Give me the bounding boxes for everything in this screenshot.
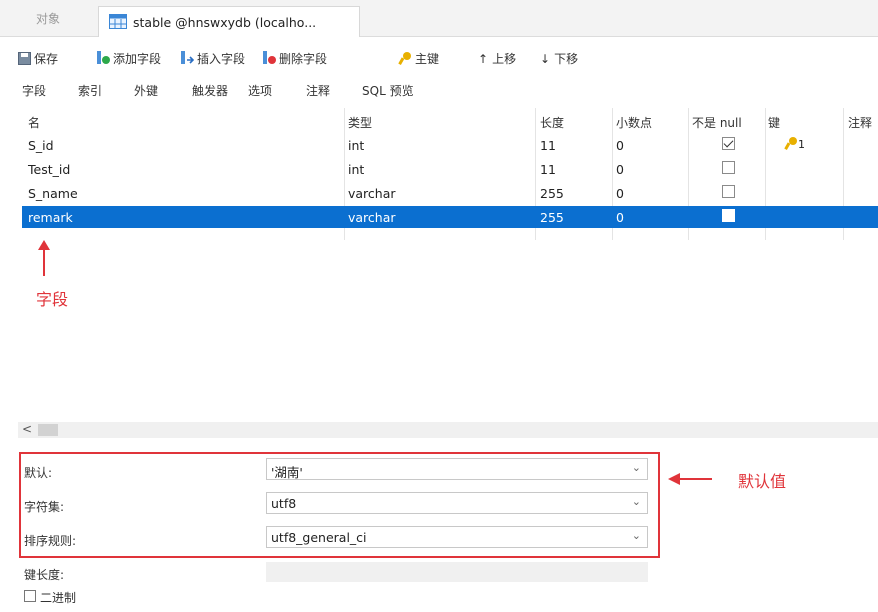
tab-table-design[interactable]: stable @hnswxydb (localho... <box>98 6 360 37</box>
primary-key-label: 主键 <box>415 52 440 66</box>
insert-field-button[interactable]: 插入字段 <box>180 50 245 67</box>
binary-checkbox[interactable] <box>24 590 36 602</box>
primary-key-indicator: 1 <box>784 136 805 151</box>
save-icon <box>18 52 31 65</box>
collation-value: utf8_general_ci <box>271 530 367 545</box>
chevron-down-icon: ⌄ <box>631 495 641 508</box>
tab-fields[interactable]: 字段 <box>22 82 46 99</box>
field-decimals[interactable]: 0 <box>616 162 624 177</box>
col-name[interactable]: 名 <box>28 114 40 131</box>
toolbar: 保存 添加字段 插入字段 删除字段 主键 ↑ 上移 ↓ 下移 <box>0 44 878 70</box>
field-length[interactable]: 255 <box>540 186 564 201</box>
add-field-icon <box>97 51 110 64</box>
col-key[interactable]: 键 <box>768 114 780 131</box>
field-type[interactable]: int <box>348 138 364 153</box>
col-type[interactable]: 类型 <box>348 114 372 131</box>
col-not-null[interactable]: 不是 null <box>692 114 742 131</box>
annotation-default-value: 默认值 <box>738 472 787 491</box>
key-icon <box>398 52 411 65</box>
default-label: 默认: <box>24 466 53 480</box>
table-icon <box>109 14 127 29</box>
tab-options[interactable]: 选项 <box>248 82 272 99</box>
field-name[interactable]: S_id <box>28 138 54 153</box>
tab-sql-preview[interactable]: SQL 预览 <box>362 82 414 99</box>
insert-field-icon <box>181 51 194 64</box>
tab-objects[interactable]: 对象 <box>36 10 60 27</box>
not-null-checkbox[interactable] <box>722 137 735 150</box>
charset-select[interactable]: utf8 ⌄ <box>266 492 648 514</box>
move-up-button[interactable]: ↑ 上移 <box>478 50 516 67</box>
tab-foreign-keys[interactable]: 外键 <box>134 82 158 99</box>
arrow-down-icon: ↓ <box>540 52 551 66</box>
field-type[interactable]: int <box>348 162 364 177</box>
table-row[interactable]: S_name varchar 255 0 <box>22 182 878 204</box>
tab-title: stable @hnswxydb (localho... <box>133 15 317 30</box>
scroll-thumb[interactable] <box>38 424 58 436</box>
delete-field-button[interactable]: 删除字段 <box>262 50 327 67</box>
col-decimals[interactable]: 小数点 <box>616 114 652 131</box>
red-arrow-up-icon <box>38 240 50 276</box>
delete-field-icon <box>263 51 276 64</box>
field-name[interactable]: remark <box>28 210 73 225</box>
primary-key-button[interactable]: 主键 <box>398 50 439 67</box>
save-label: 保存 <box>34 52 59 66</box>
field-length[interactable]: 255 <box>540 210 564 225</box>
table-row[interactable]: Test_id int 11 0 <box>22 158 878 180</box>
field-name[interactable]: S_name <box>28 186 78 201</box>
scroll-left-icon[interactable]: < <box>22 422 32 436</box>
grid-header: 名 类型 长度 小数点 不是 null 键 注释 <box>22 108 878 132</box>
field-decimals[interactable]: 0 <box>616 186 624 201</box>
field-type[interactable]: varchar <box>348 210 396 225</box>
key-icon <box>784 137 797 150</box>
not-null-checkbox[interactable] <box>722 161 735 174</box>
add-field-button[interactable]: 添加字段 <box>96 50 161 67</box>
collation-label: 排序规则: <box>24 534 77 548</box>
add-field-label: 添加字段 <box>113 52 162 66</box>
move-up-label: 上移 <box>492 52 517 66</box>
collation-select[interactable]: utf8_general_ci ⌄ <box>266 526 648 548</box>
row-pointer-icon: ▶ <box>16 212 23 221</box>
annotation-field: 字段 <box>36 290 69 309</box>
insert-field-label: 插入字段 <box>197 52 246 66</box>
delete-field-label: 删除字段 <box>279 52 328 66</box>
key-length-field <box>266 562 648 582</box>
arrow-up-icon: ↑ <box>478 52 489 66</box>
tab-indexes[interactable]: 索引 <box>78 82 102 99</box>
default-value: '湖南' <box>271 465 303 480</box>
chevron-down-icon: ⌄ <box>631 529 641 542</box>
move-down-button[interactable]: ↓ 下移 <box>540 50 578 67</box>
chevron-down-icon: ⌄ <box>631 461 641 474</box>
default-value-select[interactable]: '湖南' ⌄ <box>266 458 648 480</box>
tab-comments[interactable]: 注释 <box>306 82 330 99</box>
field-length[interactable]: 11 <box>540 138 556 153</box>
save-button[interactable]: 保存 <box>18 50 58 67</box>
table-row[interactable]: S_id int 11 0 1 <box>22 134 878 156</box>
key-order: 1 <box>798 138 805 151</box>
horizontal-scrollbar[interactable]: < <box>18 422 878 438</box>
red-arrow-left-icon <box>668 473 712 485</box>
col-comment[interactable]: 注释 <box>848 114 872 131</box>
move-down-label: 下移 <box>554 52 579 66</box>
field-decimals[interactable]: 0 <box>616 210 624 225</box>
not-null-checkbox[interactable] <box>722 209 735 222</box>
key-length-label: 键长度: <box>24 568 65 582</box>
binary-label: 二进制 <box>40 591 77 605</box>
field-type[interactable]: varchar <box>348 186 396 201</box>
field-length[interactable]: 11 <box>540 162 556 177</box>
table-row-selected[interactable]: ▶ remark varchar 255 0 <box>16 206 878 228</box>
field-name[interactable]: Test_id <box>28 162 70 177</box>
col-length[interactable]: 长度 <box>540 114 564 131</box>
charset-label: 字符集: <box>24 500 65 514</box>
not-null-checkbox[interactable] <box>722 185 735 198</box>
tab-triggers[interactable]: 触发器 <box>192 82 228 99</box>
charset-value: utf8 <box>271 496 297 511</box>
field-decimals[interactable]: 0 <box>616 138 624 153</box>
